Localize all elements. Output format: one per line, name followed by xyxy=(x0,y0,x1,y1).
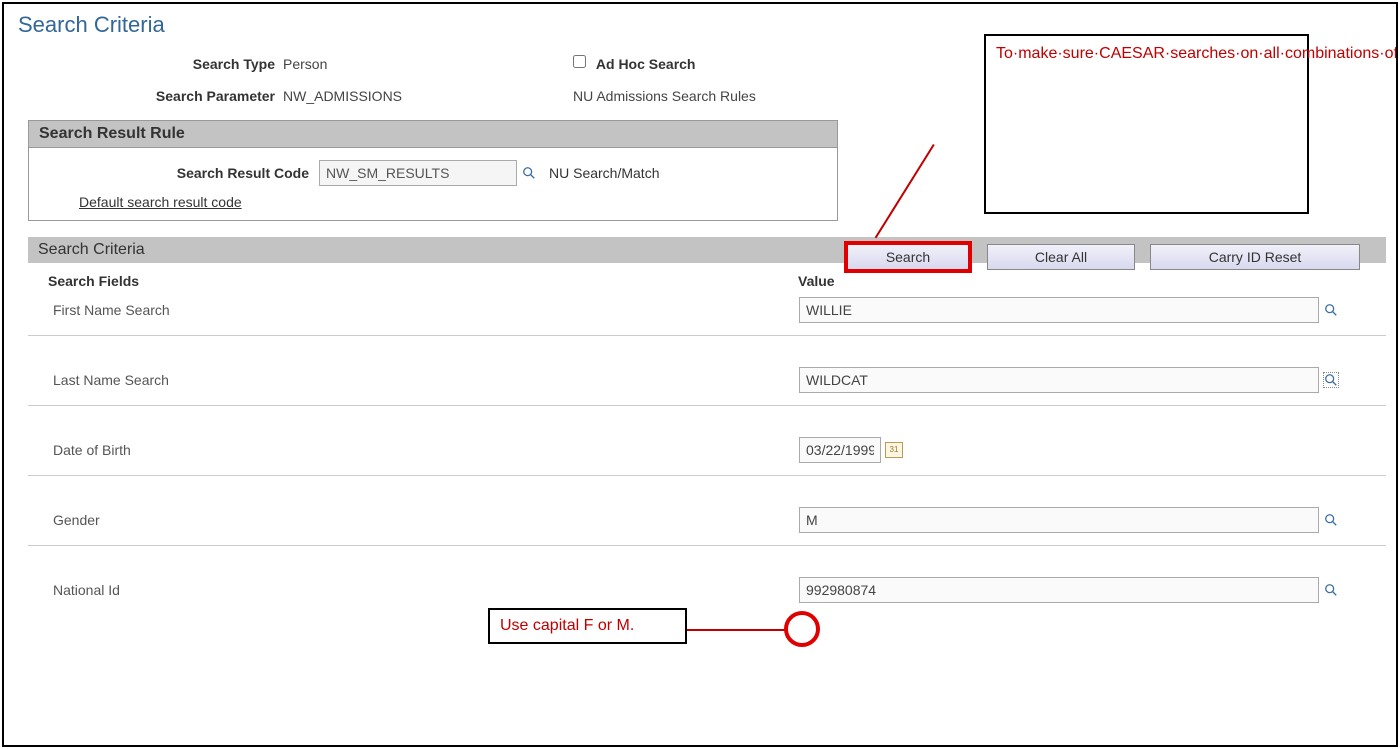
lookup-icon[interactable] xyxy=(1323,302,1339,318)
dob-label: Date of Birth xyxy=(53,442,799,458)
first-name-label: First Name Search xyxy=(53,302,799,318)
lookup-icon[interactable] xyxy=(1323,372,1339,388)
default-result-code-link[interactable]: Default search result code xyxy=(79,194,242,210)
gender-input[interactable] xyxy=(799,507,1319,533)
search-result-rule-header: Search Result Rule xyxy=(29,121,837,148)
carry-id-reset-button[interactable]: Carry ID Reset xyxy=(1150,244,1360,270)
search-result-rule-box: Search Result Rule Search Result Code NU… xyxy=(28,120,838,221)
result-code-input[interactable] xyxy=(319,160,517,186)
last-name-label: Last Name Search xyxy=(53,372,799,388)
annotation-top: To·make·sure·CAESAR·searches·on·all·comb… xyxy=(984,34,1309,214)
clear-all-button[interactable]: Clear All xyxy=(987,244,1135,270)
last-name-input[interactable] xyxy=(799,367,1319,393)
annotation-circle xyxy=(784,611,820,647)
adhoc-label: Ad Hoc Search xyxy=(596,56,696,72)
search-fields-col-header: Search Fields xyxy=(48,273,798,289)
result-code-label: Search Result Code xyxy=(39,165,319,181)
lookup-icon[interactable] xyxy=(521,165,537,181)
annotation-line xyxy=(687,629,785,631)
lookup-icon[interactable] xyxy=(1323,582,1339,598)
search-criteria-body: Search Fields Value First Name Search La… xyxy=(28,263,1386,616)
first-name-input[interactable] xyxy=(799,297,1319,323)
search-button[interactable]: Search xyxy=(844,241,972,273)
calendar-icon[interactable]: 31 xyxy=(885,442,903,458)
search-type-label: Search Type xyxy=(28,56,283,72)
search-parameter-label: Search Parameter xyxy=(28,88,283,104)
search-type-value: Person xyxy=(283,56,573,72)
gender-label: Gender xyxy=(53,512,799,528)
search-parameter-desc: NU Admissions Search Rules xyxy=(573,88,756,104)
search-parameter-value: NW_ADMISSIONS xyxy=(283,88,573,104)
adhoc-checkbox[interactable] xyxy=(573,55,586,68)
annotation-gender: Use capital F or M. xyxy=(488,608,687,644)
national-id-label: National Id xyxy=(53,582,799,598)
national-id-input[interactable] xyxy=(799,577,1319,603)
lookup-icon[interactable] xyxy=(1323,512,1339,528)
dob-input[interactable] xyxy=(799,437,881,463)
result-code-desc: NU Search/Match xyxy=(549,165,659,181)
